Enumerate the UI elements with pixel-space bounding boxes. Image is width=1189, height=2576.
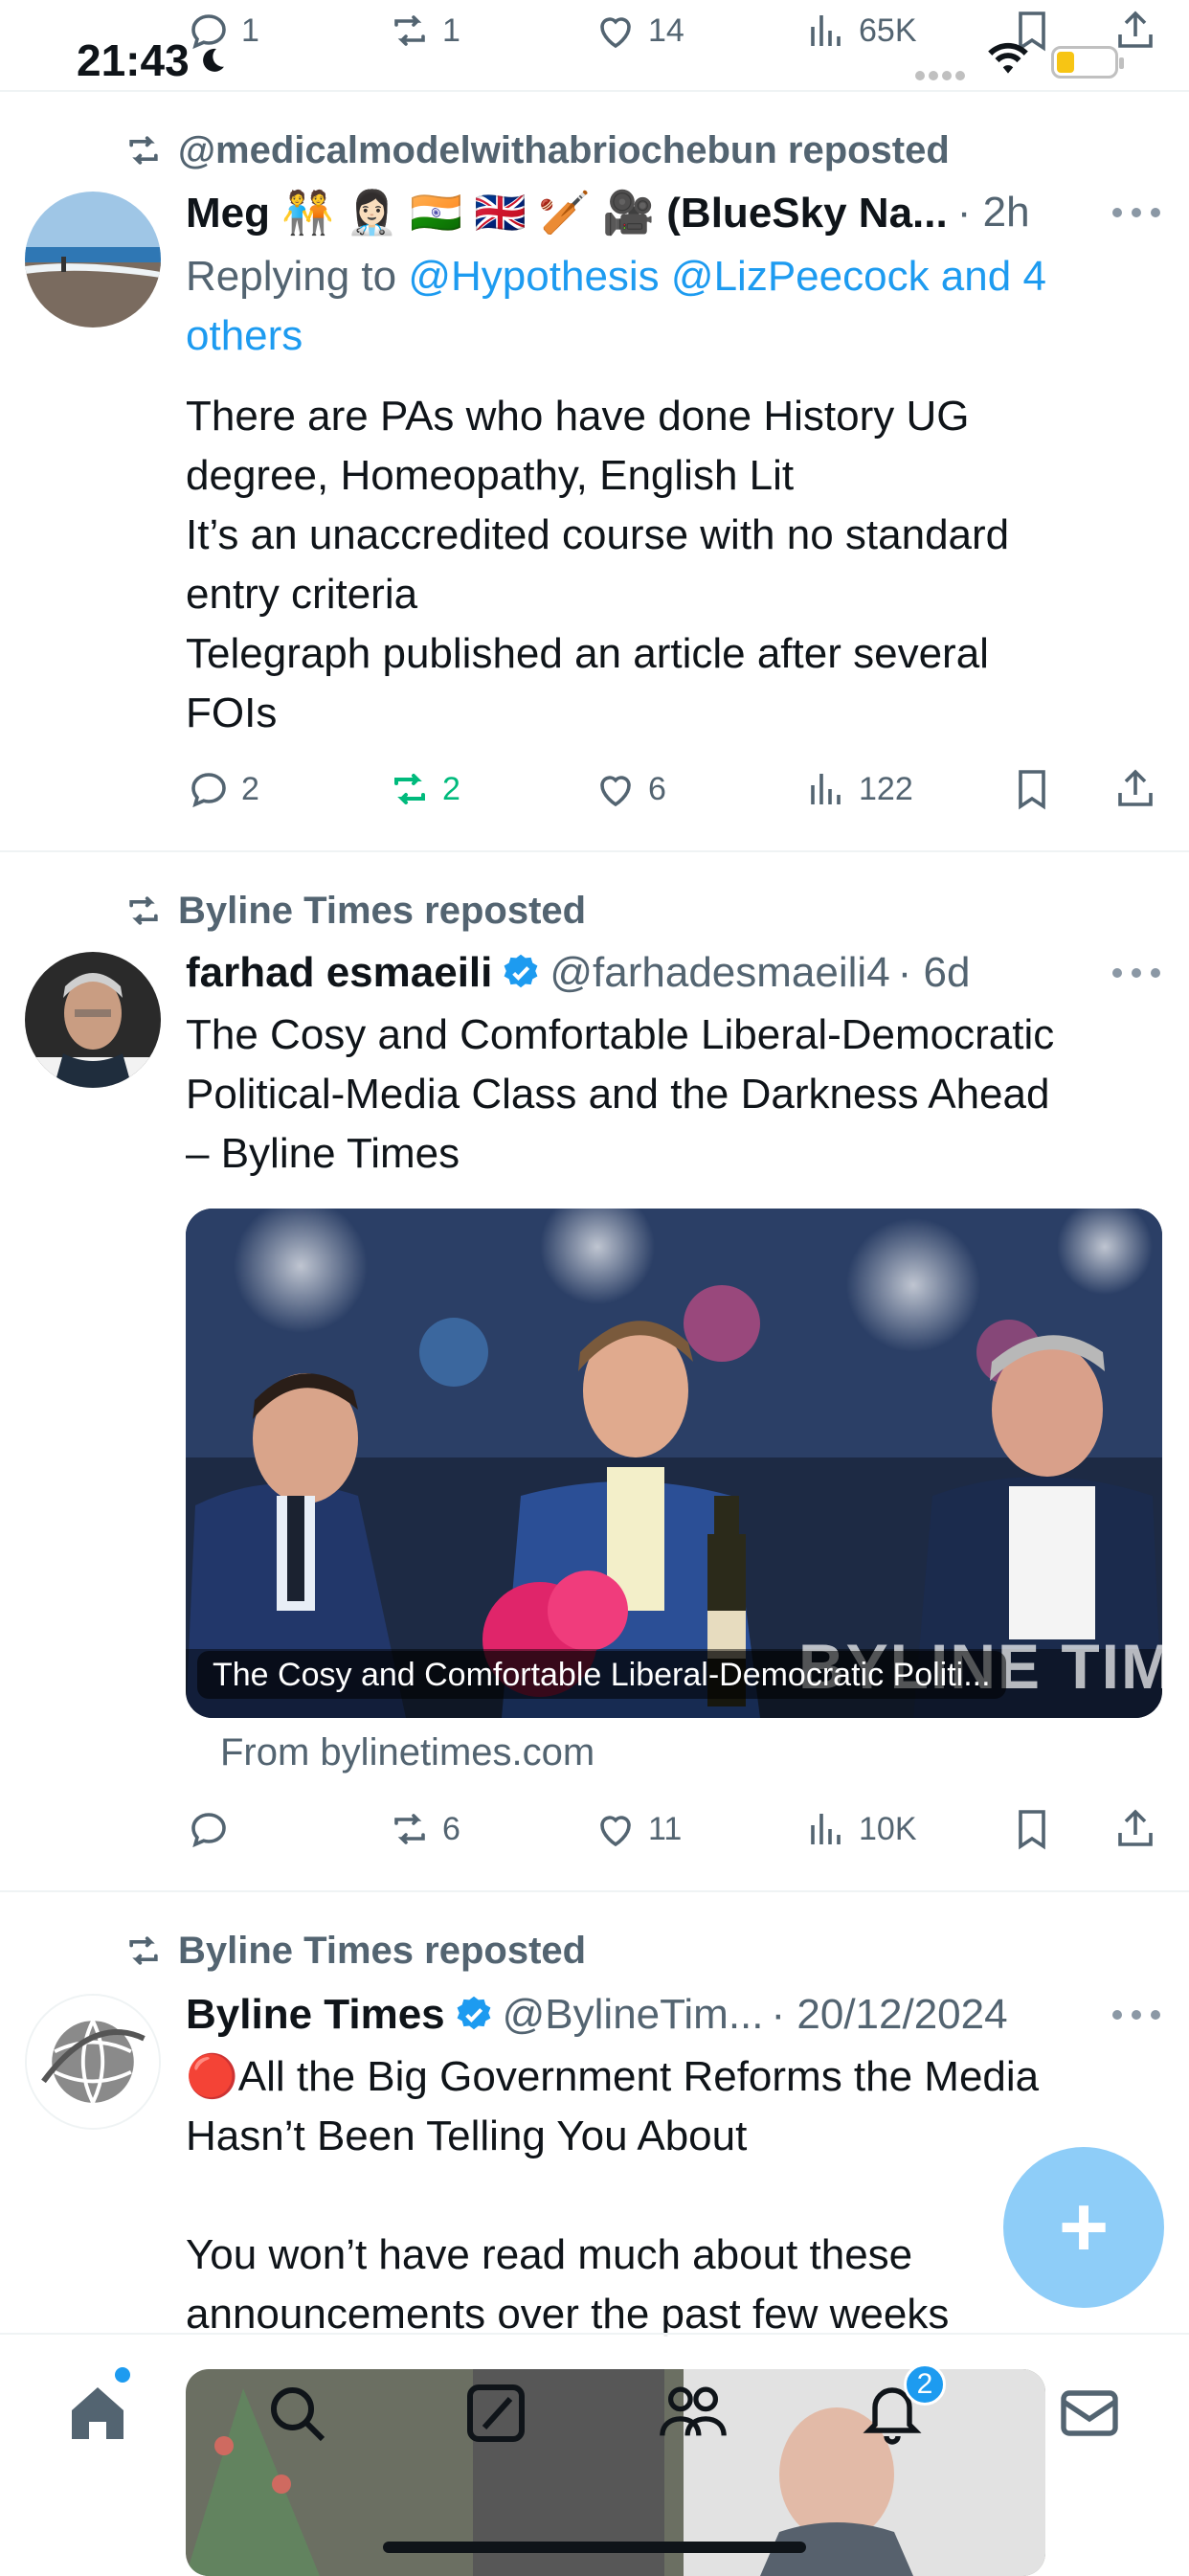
moon-icon bbox=[202, 48, 224, 72]
replying-to-users[interactable]: @Hypothesis @LizPeecock and 4 bbox=[408, 253, 1046, 300]
display-name[interactable]: Meg 🧑‍🤝‍🧑 👩🏻‍⚕️ 🇮🇳 🇬🇧 🏏 🎥 (BlueSky Na... bbox=[186, 188, 948, 237]
views-count: 122 bbox=[859, 770, 913, 807]
home-unread-dot bbox=[115, 2367, 130, 2383]
bookmark-button[interactable] bbox=[1009, 760, 1055, 818]
tweet-text: The Cosy and Comfortable Liberal-Democra… bbox=[186, 1011, 1055, 1177]
repost-label: Byline Times reposted bbox=[123, 887, 586, 935]
tweet-time[interactable]: · 20/12/2024 bbox=[772, 1991, 1008, 2039]
bookmark-icon bbox=[1019, 770, 1045, 810]
card-source[interactable]: From bylinetimes.com bbox=[220, 1731, 594, 1774]
reply-icon bbox=[191, 1813, 226, 1848]
bookmark-icon bbox=[1019, 1810, 1045, 1850]
share-icon bbox=[1118, 769, 1153, 806]
display-name[interactable]: farhad esmaeili bbox=[186, 949, 492, 997]
repost-button[interactable]: 6 bbox=[387, 1800, 460, 1858]
grok-icon[interactable] bbox=[461, 2379, 530, 2448]
beach-avatar-image bbox=[25, 192, 161, 328]
repost-button[interactable]: 2 bbox=[387, 760, 460, 818]
views-button[interactable]: 122 bbox=[803, 760, 913, 818]
man-avatar-image bbox=[25, 952, 161, 1088]
user-handle[interactable]: @BylineTim... bbox=[503, 1991, 764, 2039]
like-count: 6 bbox=[648, 770, 666, 807]
more-options-icon[interactable] bbox=[1112, 203, 1160, 222]
bookmark-button[interactable] bbox=[1009, 1800, 1055, 1858]
home-indicator bbox=[383, 2542, 806, 2553]
divider bbox=[0, 90, 1189, 92]
user-handle[interactable]: @farhadesmaeili4 bbox=[550, 949, 889, 997]
divider bbox=[0, 850, 1189, 852]
bottom-nav: 2 bbox=[0, 2333, 1189, 2576]
reply-button[interactable] bbox=[186, 1800, 241, 1858]
tweet-actions: 6 11 10K bbox=[186, 1800, 1162, 1858]
globe-logo-icon bbox=[27, 1996, 159, 2128]
divider bbox=[0, 1890, 1189, 1892]
compose-fab[interactable]: + bbox=[1003, 2147, 1164, 2308]
reply-icon bbox=[191, 773, 226, 808]
home-icon[interactable] bbox=[63, 2379, 132, 2448]
link-card[interactable]: BYLINE TIMES The Cosy and Comfortable Li… bbox=[186, 1209, 1162, 1718]
repost-icon bbox=[129, 896, 158, 925]
tweet-time[interactable]: · 6d bbox=[898, 949, 971, 997]
reply-button[interactable]: 2 bbox=[186, 760, 259, 818]
verified-badge-icon bbox=[457, 1996, 491, 2030]
signal-dots bbox=[915, 71, 967, 80]
avatar[interactable] bbox=[25, 952, 161, 1088]
heart-icon bbox=[600, 776, 631, 807]
repost-label: @medicalmodelwithabriochebun reposted bbox=[123, 126, 950, 174]
status-bar: 21:43 bbox=[0, 0, 1189, 88]
status-time: 21:43 bbox=[77, 34, 228, 86]
replying-to: Replying to @Hypothesis @LizPeecock and … bbox=[186, 253, 1046, 359]
plus-icon: + bbox=[1058, 2180, 1110, 2275]
share-button[interactable] bbox=[1112, 760, 1158, 818]
share-icon bbox=[1118, 1809, 1153, 1846]
repost-count: 6 bbox=[442, 1810, 460, 1847]
like-count: 11 bbox=[648, 1810, 683, 1847]
tweet-text: There are PAs who have done History UG d… bbox=[186, 393, 1010, 736]
more-options-icon[interactable] bbox=[1112, 963, 1160, 983]
battery-icon bbox=[1051, 46, 1124, 79]
repost-icon bbox=[129, 1936, 158, 1965]
views-button[interactable]: 10K bbox=[803, 1800, 917, 1858]
repost-count: 2 bbox=[442, 770, 460, 807]
heart-icon bbox=[600, 1816, 631, 1847]
repost-icon bbox=[394, 774, 425, 804]
more-options-icon[interactable] bbox=[1112, 2005, 1160, 2024]
views-count: 10K bbox=[859, 1810, 917, 1847]
tweet-header: Byline Times @BylineTim... · 20/12/2024 bbox=[186, 1984, 1151, 2045]
avatar[interactable] bbox=[25, 1994, 161, 2130]
display-name[interactable]: Byline Times bbox=[186, 1991, 445, 2039]
verified-badge-icon bbox=[504, 954, 538, 988]
views-icon bbox=[811, 774, 841, 804]
repost-icon bbox=[129, 136, 158, 165]
messages-icon[interactable] bbox=[1055, 2379, 1124, 2448]
views-icon bbox=[811, 1814, 841, 1844]
communities-icon[interactable] bbox=[657, 2379, 729, 2448]
tweet-header: Meg 🧑‍🤝‍🧑 👩🏻‍⚕️ 🇮🇳 🇬🇧 🏏 🎥 (BlueSky Na...… bbox=[186, 182, 1151, 243]
search-icon[interactable] bbox=[262, 2379, 331, 2448]
reply-count: 2 bbox=[241, 770, 259, 807]
notifications-badge: 2 bbox=[904, 2363, 946, 2406]
tweet-time[interactable]: · 2h bbox=[957, 189, 1030, 237]
share-button[interactable] bbox=[1112, 1800, 1158, 1858]
tweet-actions: 2 2 6 122 bbox=[186, 760, 1162, 818]
like-button[interactable]: 11 bbox=[593, 1800, 682, 1858]
repost-label: Byline Times reposted bbox=[123, 1927, 586, 1975]
wifi-icon bbox=[988, 42, 1028, 74]
replying-to-others[interactable]: others bbox=[186, 312, 303, 359]
card-caption: The Cosy and Comfortable Liberal-Democra… bbox=[197, 1651, 1006, 1699]
like-button[interactable]: 6 bbox=[593, 760, 666, 818]
avatar[interactable] bbox=[25, 192, 161, 328]
repost-icon bbox=[394, 1814, 425, 1844]
tweet-header: farhad esmaeili @farhadesmaeili4 · 6d bbox=[186, 942, 1151, 1004]
